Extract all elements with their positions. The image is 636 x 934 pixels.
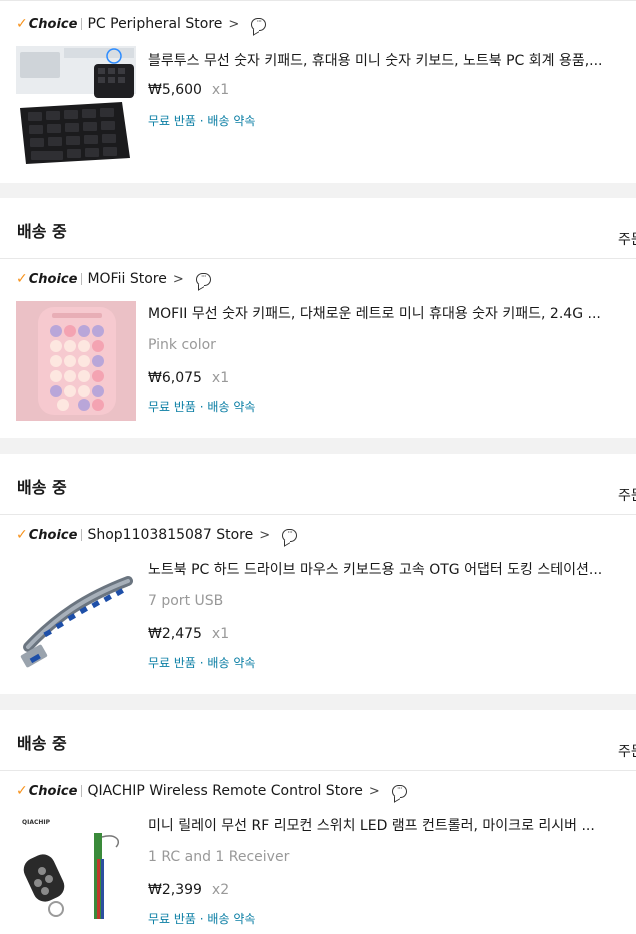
order-card: 배송 중 주문 ✓ Choice MOFii Store > ··· [0, 198, 636, 438]
service-perks: 무료 반품 · 배송 약속 [148, 912, 256, 926]
product-variant: 1 RC and 1 Receiver [148, 849, 290, 865]
store-name[interactable]: MOFii Store [87, 271, 166, 287]
price: ₩5,600 [148, 82, 202, 98]
divider [81, 273, 83, 285]
divider [81, 18, 83, 30]
chat-icon[interactable]: ··· [391, 784, 407, 798]
order-detail-link[interactable]: 주문 [618, 485, 636, 505]
divider [81, 785, 83, 797]
price-row: ₩5,600 x1 [148, 82, 229, 98]
order-header: 배송 중 주문 [0, 198, 636, 259]
check-icon: ✓ [16, 271, 28, 287]
chevron-right-icon: > [172, 271, 184, 287]
price-row: ₩2,399 x2 [148, 882, 229, 898]
order-card: ✓ Choice PC Peripheral Store > ··· 블루투스 … [0, 0, 636, 183]
divider [81, 529, 83, 541]
order-card: 배송 중 주문 ✓ Choice Shop1103815087 Store > … [0, 454, 636, 694]
chevron-right-icon: > [368, 783, 380, 799]
chevron-right-icon: > [228, 16, 240, 32]
store-row[interactable]: ✓ Choice Shop1103815087 Store > ··· [0, 515, 636, 555]
product-title[interactable]: 노트북 PC 하드 드라이브 마우스 키보드용 고속 OTG 어댑터 도킹 스테… [148, 559, 628, 579]
service-perks: 무료 반품 · 배송 약속 [148, 400, 256, 414]
order-status: 배송 중 [17, 222, 67, 241]
product-variant: 7 port USB [148, 593, 224, 609]
chevron-right-icon: > [259, 527, 271, 543]
price: ₩2,475 [148, 626, 202, 642]
choice-badge: Choice [28, 783, 78, 799]
quantity: x1 [211, 82, 230, 98]
check-icon: ✓ [16, 527, 28, 543]
product-title[interactable]: 블루투스 무선 숫자 키패드, 휴대용 미니 숫자 키보드, 노트북 PC 회계… [148, 50, 628, 70]
choice-badge: Choice [28, 271, 78, 287]
order-detail-link[interactable]: 주문 [618, 741, 636, 761]
choice-badge: Choice [28, 527, 78, 543]
service-perks: 무료 반품 · 배송 약속 [148, 114, 256, 128]
store-row[interactable]: ✓ Choice QIACHIP Wireless Remote Control… [0, 771, 636, 811]
price: ₩2,399 [148, 882, 202, 898]
order-status: 배송 중 [17, 478, 67, 497]
order-item[interactable]: QIACHIP 미니 릴레이 무선 RF 리모컨 스위치 LED 램프 컨트롤러… [0, 811, 636, 934]
price-row: ₩2,475 x1 [148, 626, 229, 642]
chat-icon[interactable]: ··· [251, 17, 267, 31]
store-name[interactable]: PC Peripheral Store [87, 16, 222, 32]
product-variant: Pink color [148, 337, 216, 353]
order-item[interactable]: 노트북 PC 하드 드라이브 마우스 키보드용 고속 OTG 어댑터 도킹 스테… [0, 555, 636, 685]
product-image-rf-remote[interactable]: QIACHIP [16, 813, 136, 933]
price-row: ₩6,075 x1 [148, 370, 229, 386]
store-row[interactable]: ✓ Choice MOFii Store > ··· [0, 259, 636, 299]
store-name[interactable]: QIACHIP Wireless Remote Control Store [87, 783, 362, 799]
order-detail-link[interactable]: 주문 [618, 229, 636, 249]
chat-icon[interactable]: ··· [195, 272, 211, 286]
chat-icon[interactable]: ··· [282, 528, 298, 542]
product-title[interactable]: 미니 릴레이 무선 RF 리모컨 스위치 LED 램프 컨트롤러, 마이크로 리… [148, 815, 628, 835]
price: ₩6,075 [148, 370, 202, 386]
order-header: 배송 중 주문 [0, 454, 636, 515]
order-header: 배송 중 주문 [0, 710, 636, 771]
product-title[interactable]: MOFII 무선 숫자 키패드, 다채로운 레트로 미니 휴대용 숫자 키패드,… [148, 303, 628, 323]
product-image-usb-hub[interactable] [16, 557, 136, 677]
check-icon: ✓ [16, 16, 28, 32]
order-status: 배송 중 [17, 734, 67, 753]
product-image-keypad-pink[interactable] [16, 301, 136, 421]
service-perks: 무료 반품 · 배송 약속 [148, 656, 256, 670]
store-name[interactable]: Shop1103815087 Store [87, 527, 253, 543]
order-item[interactable]: MOFII 무선 숫자 키패드, 다채로운 레트로 미니 휴대용 숫자 키패드,… [0, 299, 636, 429]
order-card: 배송 중 주문 ✓ Choice QIACHIP Wireless Remote… [0, 710, 636, 934]
quantity: x2 [211, 882, 230, 898]
store-row[interactable]: ✓ Choice PC Peripheral Store > ··· [0, 4, 636, 44]
order-item[interactable]: 블루투스 무선 숫자 키패드, 휴대용 미니 숫자 키보드, 노트북 PC 회계… [0, 44, 636, 174]
choice-badge: Choice [28, 16, 78, 32]
product-image-keypad-black[interactable] [16, 46, 136, 166]
quantity: x1 [211, 626, 230, 642]
quantity: x1 [211, 370, 230, 386]
check-icon: ✓ [16, 783, 28, 799]
